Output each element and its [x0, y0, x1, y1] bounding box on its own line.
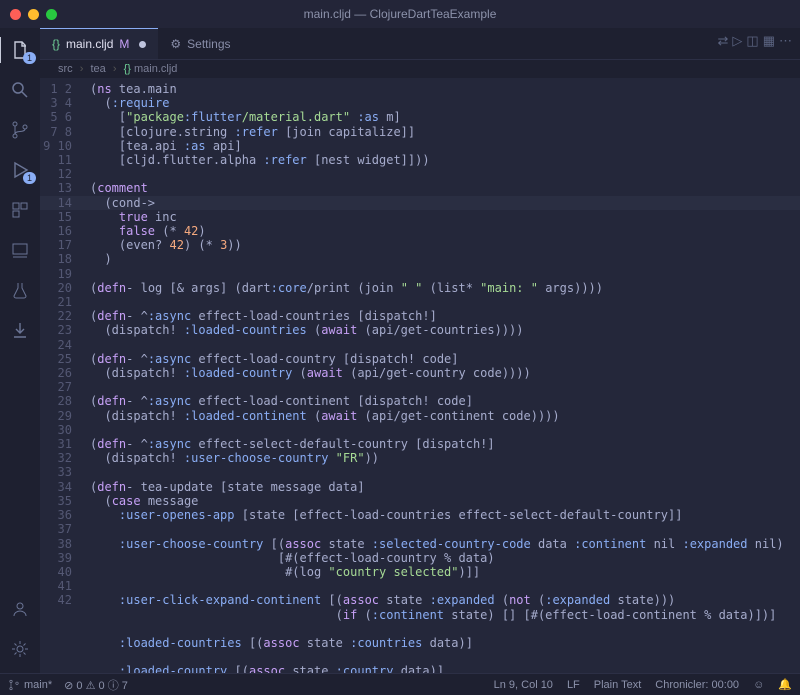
language-mode[interactable]: Plain Text [594, 679, 642, 691]
activity-bar: 1 1 [0, 28, 40, 673]
branch-indicator[interactable]: main* [8, 679, 52, 691]
extensions-icon[interactable] [10, 200, 30, 220]
status-bar: main* ⊘ 0 ⚠ 0 ⓘ 7 Ln 9, Col 10 LF Plain … [0, 673, 800, 695]
window-title: main.cljd — ClojureDartTeaExample [304, 7, 497, 21]
breadcrumb[interactable]: src › tea › {} main.cljd [40, 60, 800, 78]
titlebar: main.cljd — ClojureDartTeaExample [0, 0, 800, 28]
problems-indicator[interactable]: ⊘ 0 ⚠ 0 ⓘ 7 [64, 677, 128, 693]
editor-tabs: {} main.cljd M ⚙ Settings [40, 28, 800, 60]
editor-toolbar: ⇄ ▷ ◫ ▦ ⋯ [718, 33, 793, 49]
beaker-icon[interactable] [10, 280, 30, 300]
gear-icon[interactable] [10, 639, 30, 659]
code-content[interactable]: (ns tea.main (:require ["package:flutter… [82, 78, 800, 673]
crumb[interactable]: tea [90, 63, 105, 75]
run-icon[interactable]: 1 [10, 160, 30, 180]
settings-icon: ⚙ [170, 37, 181, 51]
tab-modified-badge: M [119, 37, 129, 51]
chronicler-status[interactable]: Chronicler: 00:00 [655, 679, 739, 691]
zoom-window-button[interactable] [46, 9, 57, 20]
window-controls [0, 9, 57, 20]
search-icon[interactable] [10, 80, 30, 100]
feedback-icon[interactable]: ☺ [753, 679, 764, 691]
tab-label: Settings [187, 37, 230, 51]
branch-icon[interactable] [10, 120, 30, 140]
clojure-file-icon: {} [52, 37, 60, 51]
play-icon[interactable]: ▷ [732, 33, 742, 49]
line-numbers: 1 2 3 4 5 6 7 8 9 10 11 12 13 14 15 16 1… [40, 78, 82, 673]
close-window-button[interactable] [10, 9, 21, 20]
remote-icon[interactable] [10, 240, 30, 260]
split-icon[interactable]: ◫ [746, 33, 758, 49]
compare-icon[interactable]: ⇄ [718, 33, 729, 49]
crumb[interactable]: src [58, 63, 73, 75]
minimize-window-button[interactable] [28, 9, 39, 20]
run-badge: 1 [23, 172, 36, 184]
bell-icon[interactable]: 🔔 [778, 678, 792, 691]
tab-dirty-indicator [139, 41, 146, 48]
eol-indicator[interactable]: LF [567, 679, 580, 691]
branch-name: main* [24, 679, 52, 691]
tab-settings[interactable]: ⚙ Settings [158, 28, 242, 59]
code-editor[interactable]: 1 2 3 4 5 6 7 8 9 10 11 12 13 14 15 16 1… [40, 78, 800, 673]
chevron-right-icon: › [80, 63, 84, 75]
grid-icon[interactable]: ▦ [763, 33, 775, 49]
clojure-file-icon: {} [124, 63, 131, 75]
chevron-right-icon: › [113, 63, 117, 75]
files-icon[interactable]: 1 [10, 40, 30, 60]
tab-label: main.cljd [66, 37, 113, 51]
tab-main-cljd[interactable]: {} main.cljd M [40, 28, 158, 59]
more-icon[interactable]: ⋯ [779, 33, 792, 49]
crumb[interactable]: main.cljd [134, 63, 177, 75]
account-icon[interactable] [10, 599, 30, 619]
cursor-position[interactable]: Ln 9, Col 10 [494, 679, 553, 691]
pull-icon[interactable] [10, 320, 30, 340]
files-badge: 1 [23, 52, 36, 64]
